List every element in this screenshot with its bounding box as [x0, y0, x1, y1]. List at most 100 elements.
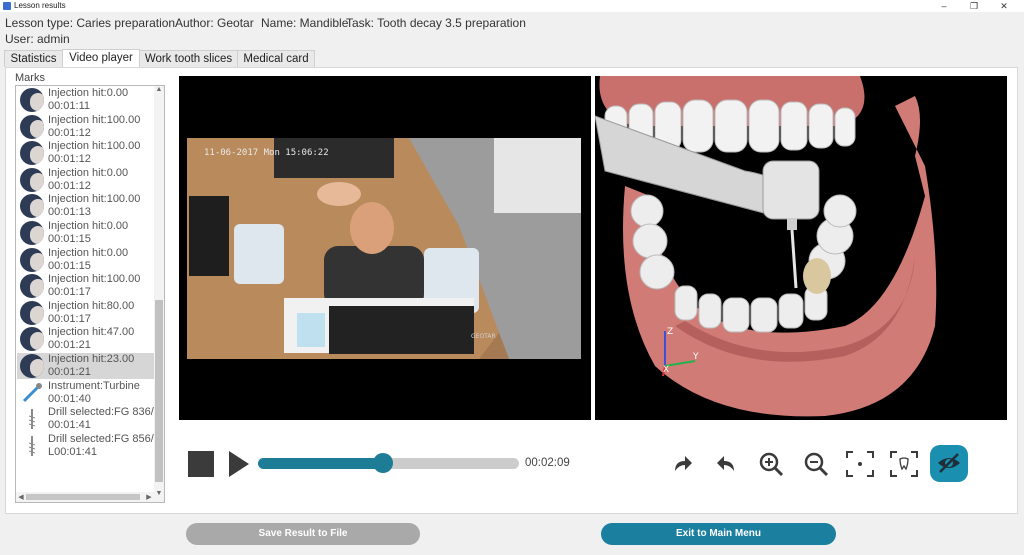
mark-time: 00:01:15 [48, 233, 91, 245]
mark-item[interactable]: Drill selected:FG 856/L00:01:41 [17, 433, 156, 459]
mark-title: Injection hit:80.00 [48, 299, 135, 312]
window-title: Lesson results [14, 1, 66, 10]
mark-item[interactable]: Injection hit:100.00 00:01:17 [17, 273, 156, 299]
focus-tooth-icon[interactable] [889, 449, 919, 479]
maximize-button[interactable]: ❐ [961, 0, 987, 12]
injection-thumbnail-icon [20, 221, 44, 245]
scroll-up-icon[interactable]: ▲ [154, 86, 164, 93]
mark-title: Drill selected:FG 856/ [48, 432, 154, 445]
mark-item[interactable]: Injection hit:0.00 00:01:11 [17, 87, 156, 113]
play-button[interactable] [229, 451, 249, 477]
mark-time: 00:01:40 [48, 392, 91, 405]
mark-time: 00:01:11 [48, 100, 91, 112]
mark-item[interactable]: Injection hit:47.00 00:01:21 [17, 326, 156, 352]
playback-time: 00:02:09 [525, 457, 570, 469]
mark-title: Injection hit:0.00 [48, 220, 129, 232]
mark-title: Injection hit:100.00 [48, 273, 141, 286]
close-button[interactable]: ✕ [991, 0, 1017, 12]
mark-time: 00:01:13 [48, 206, 91, 219]
mark-time: 00:01:17 [48, 312, 91, 325]
scroll-right-icon[interactable]: ▶ [144, 493, 154, 501]
dental-3d-view[interactable]: Z Y X [595, 76, 1007, 420]
mark-item[interactable]: Injection hit:100.00 00:01:12 [17, 140, 156, 166]
injection-thumbnail-icon [20, 300, 44, 325]
mark-time: 00:01:17 [48, 286, 91, 299]
redo-icon[interactable] [667, 449, 697, 479]
mark-time: 00:01:21 [48, 339, 91, 352]
video-timestamp: 11-06-2017 Mon 15:06:22 [204, 148, 329, 158]
exit-main-menu-button[interactable]: Exit to Main Menu [601, 523, 836, 545]
marks-horizontal-scroll-thumb[interactable] [26, 494, 140, 500]
camera-video-frame: 11-06-2017 Mon 15:06:22 GEOTAR [179, 76, 591, 420]
fit-view-icon[interactable] [845, 449, 875, 479]
mark-time: 00:01:21 [48, 366, 91, 378]
name-text: Name: Mandible [261, 16, 349, 30]
tab-video-player[interactable]: Video player [62, 49, 140, 68]
user-text: User: admin [5, 32, 70, 46]
mark-item[interactable]: Injection hit:100.00 00:01:12 [17, 114, 156, 140]
mark-item[interactable]: Injection hit:80.00 00:01:17 [17, 300, 156, 326]
task-text: Task: Tooth decay 3.5 preparation [346, 16, 526, 30]
mark-time: 00:01:41 [48, 419, 91, 432]
author-text: Author: Geotar [175, 16, 254, 30]
injection-thumbnail-icon [20, 274, 44, 299]
marks-scroll-thumb[interactable] [155, 300, 163, 482]
mark-title: Injection hit:100.00 [48, 113, 141, 126]
marks-label: Marks [15, 72, 45, 84]
visibility-toggle-button[interactable] [930, 445, 968, 482]
turbine-icon [22, 382, 42, 402]
injection-thumbnail-icon [20, 354, 44, 378]
undo-icon[interactable] [712, 449, 742, 479]
seek-bar-progress [258, 458, 383, 469]
axis-y-label: Y [692, 352, 699, 362]
eye-off-icon [938, 453, 960, 473]
injection-thumbnail-icon [20, 88, 44, 112]
zoom-in-icon[interactable] [756, 449, 786, 479]
mark-item[interactable]: Injection hit:0.00 00:01:15 [17, 220, 156, 246]
injection-thumbnail-icon [20, 327, 44, 352]
mark-title: Injection hit:47.00 [48, 326, 135, 339]
mark-item[interactable]: Drill selected:FG 836/00:01:41 [17, 406, 156, 432]
save-result-button[interactable]: Save Result to File [186, 523, 420, 545]
video-watermark: GEOTAR [471, 333, 496, 340]
tab-work-tooth-slices[interactable]: Work tooth slices [139, 50, 238, 67]
tab-statistics[interactable]: Statistics [4, 50, 63, 67]
mark-item[interactable]: Instrument:Turbine 00:01:40 [17, 380, 156, 406]
scroll-down-icon[interactable]: ▼ [154, 490, 164, 497]
tab-medical-card[interactable]: Medical card [237, 50, 315, 67]
mark-title: Injection hit:100.00 [48, 193, 141, 206]
injection-thumbnail-icon [20, 194, 44, 219]
mark-time: 00:01:12 [48, 126, 91, 139]
scroll-left-icon[interactable]: ◀ [16, 493, 26, 501]
stop-button[interactable] [188, 451, 214, 477]
mark-item[interactable]: Injection hit:0.00 00:01:12 [17, 167, 156, 193]
mark-title: Drill selected:FG 836/ [48, 406, 154, 419]
camera-video-view[interactable]: 11-06-2017 Mon 15:06:22 GEOTAR [179, 76, 591, 420]
drill-icon [28, 409, 36, 430]
mark-title: Injection hit:23.00 [48, 353, 135, 365]
mark-title: Injection hit:0.00 [48, 87, 129, 99]
injection-thumbnail-icon [20, 167, 44, 192]
mark-time: 00:01:15 [48, 259, 91, 272]
zoom-out-icon[interactable] [801, 449, 831, 479]
app-icon [3, 2, 11, 10]
window-title-bar: Lesson results ‒ ❐ ✕ [0, 0, 1024, 12]
dental-3d-render: Z Y X [595, 76, 1007, 420]
axis-z-label: Z [667, 327, 673, 337]
mark-item[interactable]: Injection hit:100.00 00:01:13 [17, 193, 156, 219]
marks-list[interactable]: Injection hit:0.00 00:01:11 Injection hit:… [15, 85, 165, 503]
mark-title: Instrument:Turbine [48, 379, 140, 392]
mark-title: Injection hit:0.00 [48, 166, 129, 179]
mark-title: Injection hit:100.00 [48, 140, 141, 153]
mark-time: 00:01:12 [48, 179, 91, 192]
minimize-button[interactable]: ‒ [931, 0, 957, 12]
axis-x-label: X [663, 365, 669, 375]
mark-item[interactable]: Injection hit:0.00 00:01:15 [17, 247, 156, 273]
seek-handle[interactable] [373, 453, 393, 473]
mark-title: Injection hit:0.00 [48, 246, 129, 259]
mark-time: 00:01:12 [48, 153, 91, 166]
injection-thumbnail-icon [20, 141, 44, 166]
injection-thumbnail-icon [20, 247, 44, 272]
mark-item[interactable]: Injection hit:23.00 00:01:21 [17, 353, 156, 379]
lesson-type-text: Lesson type: Caries preparation [5, 16, 176, 30]
